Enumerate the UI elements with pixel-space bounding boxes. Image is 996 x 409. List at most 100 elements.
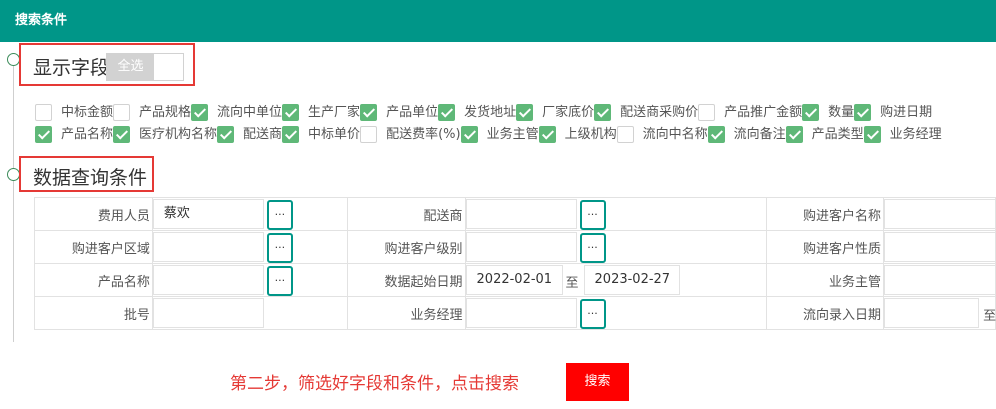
flow-entry-date-input[interactable] bbox=[884, 298, 980, 328]
buyer-name-input[interactable] bbox=[884, 199, 996, 229]
flow-entry-date-label: 流向录入日期 bbox=[766, 296, 885, 330]
display-fields-title: 显示字段 bbox=[33, 57, 110, 79]
fee-person-input[interactable]: 蔡欢 bbox=[152, 199, 264, 229]
field-option[interactable]: 流向中单位 bbox=[208, 104, 300, 122]
field-option[interactable]: 购进日期 bbox=[871, 104, 932, 122]
flow-entry-date-to-label: 至 bbox=[983, 309, 996, 324]
field-option[interactable]: 产品推广金额 bbox=[715, 104, 820, 122]
field-option[interactable]: 发货地址 bbox=[455, 104, 534, 122]
field-option-label: 医疗机构名称 bbox=[139, 127, 218, 142]
field-checkbox[interactable] bbox=[282, 104, 300, 121]
field-option-label: 流向备注 bbox=[733, 127, 786, 142]
date-range-label: 数据起始日期 bbox=[346, 263, 466, 297]
field-option[interactable]: 产品类型 bbox=[803, 126, 881, 144]
field-checkbox[interactable] bbox=[360, 104, 378, 121]
fee-person-cell: 蔡欢 ... bbox=[151, 197, 348, 231]
query-row-3: 产品名称 ... 数据起始日期 2022-02-01 至 2023-02-27 … bbox=[34, 263, 996, 297]
field-checkbox[interactable] bbox=[698, 104, 716, 121]
distributor-label: 配送商 bbox=[346, 197, 466, 231]
step-hint: 第二步，筛选好字段和条件，点击搜索 bbox=[230, 374, 519, 394]
distributor-picker-button[interactable]: ... bbox=[579, 200, 606, 230]
product-name-input[interactable] bbox=[152, 265, 264, 295]
search-button[interactable]: 搜索 bbox=[566, 363, 629, 401]
product-name-cell: ... bbox=[151, 263, 348, 297]
field-checkbox[interactable] bbox=[282, 126, 300, 143]
field-checkbox[interactable] bbox=[460, 126, 478, 143]
date-range-cell: 2022-02-01 至 2023-02-27 bbox=[464, 263, 768, 297]
end-date-input[interactable]: 2023-02-27 bbox=[583, 265, 680, 295]
field-option-label: 中标单价 bbox=[308, 127, 361, 142]
field-option-label: 流向中单位 bbox=[217, 105, 283, 120]
batch-no-input[interactable] bbox=[152, 298, 264, 328]
field-option[interactable]: 产品名称 bbox=[35, 126, 131, 144]
field-option[interactable]: 生产厂家 bbox=[299, 104, 378, 122]
field-checkbox[interactable] bbox=[516, 104, 534, 121]
field-checkbox[interactable] bbox=[191, 104, 209, 121]
manager-cell: ... bbox=[464, 296, 768, 330]
header-title: 搜索条件 bbox=[15, 13, 68, 28]
field-option[interactable]: 配送商 bbox=[234, 126, 300, 144]
query-title: 数据查询条件 bbox=[33, 167, 148, 189]
field-checkbox[interactable] bbox=[707, 126, 725, 143]
field-checkbox[interactable] bbox=[538, 126, 556, 143]
field-option-label: 产品单位 bbox=[386, 105, 439, 120]
field-option-label: 厂家底价 bbox=[542, 105, 595, 120]
field-checkbox[interactable] bbox=[863, 126, 881, 143]
field-option[interactable]: 产品单位 bbox=[377, 104, 456, 122]
field-option-label: 配送商采购价 bbox=[620, 105, 699, 120]
field-checkbox[interactable] bbox=[594, 104, 612, 121]
field-option[interactable]: 流向备注 bbox=[725, 126, 803, 144]
buyer-nature-cell bbox=[883, 230, 996, 264]
field-checkbox[interactable] bbox=[616, 126, 634, 143]
field-option[interactable]: 医疗机构名称 bbox=[130, 126, 235, 144]
field-row-1: 中标金额 产品规格 流向中单位 生产厂家 产品单位 发货地址 厂家底价 配送商采购价 产品推广金… bbox=[35, 104, 932, 122]
product-name-picker-button[interactable]: ... bbox=[266, 266, 293, 296]
field-checkbox[interactable] bbox=[360, 126, 378, 143]
field-checkbox[interactable] bbox=[854, 104, 872, 121]
start-date-input[interactable]: 2022-02-01 bbox=[465, 265, 563, 295]
field-checkbox[interactable] bbox=[113, 104, 131, 121]
field-option-label: 中标金额 bbox=[61, 105, 114, 120]
manager-input[interactable] bbox=[465, 298, 577, 328]
field-option-label: 发货地址 bbox=[464, 105, 517, 120]
buyer-nature-input[interactable] bbox=[884, 232, 996, 262]
manager-picker-button[interactable]: ... bbox=[579, 299, 606, 329]
field-option[interactable]: 流向中名称 bbox=[634, 126, 725, 144]
batch-no-label: 批号 bbox=[34, 296, 153, 330]
field-option[interactable]: 上级机构 bbox=[556, 126, 634, 144]
field-option-label: 数量 bbox=[828, 105, 855, 120]
field-option[interactable]: 中标单价 bbox=[299, 126, 378, 144]
buyer-level-picker-button[interactable]: ... bbox=[579, 233, 606, 263]
buyer-level-input[interactable] bbox=[465, 232, 577, 262]
field-option[interactable]: 中标金额 bbox=[35, 104, 131, 122]
buyer-region-cell: ... bbox=[151, 230, 348, 264]
field-checkbox[interactable] bbox=[113, 126, 131, 143]
field-option[interactable]: 业务经理 bbox=[881, 126, 942, 144]
field-option[interactable]: 数量 bbox=[819, 104, 872, 122]
supervisor-input[interactable] bbox=[884, 265, 996, 295]
field-checkbox[interactable] bbox=[802, 104, 820, 121]
buyer-region-picker-button[interactable]: ... bbox=[266, 233, 293, 263]
field-option[interactable]: 配送商采购价 bbox=[611, 104, 716, 122]
field-checkbox[interactable] bbox=[785, 126, 803, 143]
field-option[interactable]: 厂家底价 bbox=[533, 104, 612, 122]
field-option-label: 产品类型 bbox=[811, 127, 864, 142]
display-fields-section: 显示字段 全选 bbox=[19, 43, 195, 86]
fee-person-picker-button[interactable]: ... bbox=[266, 200, 293, 230]
distributor-input[interactable] bbox=[465, 199, 577, 229]
field-option[interactable]: 配送费率(%) bbox=[377, 126, 478, 144]
field-option[interactable]: 业务主管 bbox=[478, 126, 556, 144]
field-checkbox[interactable] bbox=[217, 126, 235, 143]
buyer-region-input[interactable] bbox=[152, 232, 264, 262]
field-checkbox[interactable] bbox=[438, 104, 456, 121]
product-name-label: 产品名称 bbox=[34, 263, 153, 297]
field-option-label: 购进日期 bbox=[880, 105, 933, 120]
supervisor-cell bbox=[883, 263, 996, 297]
select-all-toggle[interactable]: 全选 bbox=[106, 53, 184, 81]
date-range-to-label: 至 bbox=[565, 276, 579, 291]
field-option[interactable]: 产品规格 bbox=[130, 104, 209, 122]
field-checkbox[interactable] bbox=[35, 104, 52, 121]
field-option-label: 产品规格 bbox=[139, 105, 192, 120]
field-checkbox[interactable] bbox=[35, 126, 52, 143]
buyer-nature-label: 购进客户性质 bbox=[766, 230, 885, 264]
